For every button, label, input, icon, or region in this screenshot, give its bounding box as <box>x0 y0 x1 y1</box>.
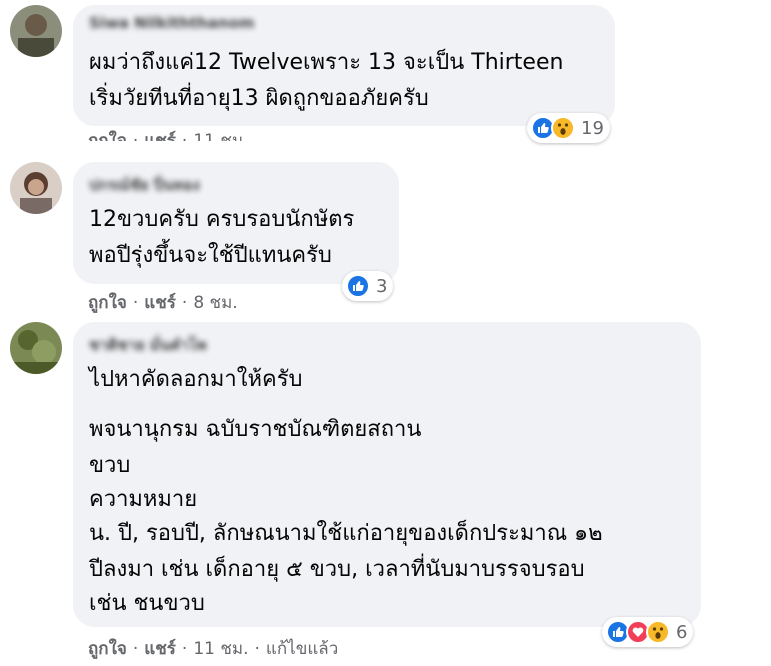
comment-text-line: ความหมาย <box>89 487 198 512</box>
separator-dot: · <box>181 131 188 141</box>
like-link[interactable]: ถูกใจ <box>88 131 127 141</box>
share-link[interactable]: แชร์ <box>144 293 176 313</box>
avatar-photo <box>10 322 62 374</box>
comment-text-line: ไปหาคัดลอกมาให้ครับ <box>89 367 303 392</box>
share-link[interactable]: แชร์ <box>144 131 176 141</box>
separator-dot: · <box>132 131 139 141</box>
wow-icon <box>551 116 575 140</box>
wow-icon <box>646 620 670 644</box>
avatar[interactable] <box>10 162 62 214</box>
comment-text-line: ปีลงมา เช่น เด็กอายุ ๕ ขวบ, เวลาที่นับมา… <box>89 557 585 582</box>
comment-bubble: ปกรณ์ชัย ปิ่นทอง 12ขวบครับ ครบรอบนักษัตร… <box>73 162 399 284</box>
comment-text-line: น. ปี, รอบปี, ลักษณนามใช้แก่อายุของเด็กป… <box>89 521 603 546</box>
share-link[interactable]: แชร์ <box>144 639 176 659</box>
comment-text-line: เช่น ชนขวบ <box>89 591 205 616</box>
avatar-photo <box>10 162 62 214</box>
comment-actions: ถูกใจ · แชร์ · 11 ชม. · แก้ไขแล้ว <box>88 635 338 662</box>
comment-text-line: 12ขวบครับ ครบรอบนักษัตร <box>89 207 355 232</box>
comment-text-line: พอปีรุ่งขึ้นจะใช้ปีแทนครับ <box>89 243 332 268</box>
like-link[interactable]: ถูกใจ <box>88 639 127 659</box>
like-link[interactable]: ถูกใจ <box>88 293 127 313</box>
like-icon <box>346 274 370 298</box>
comment-text-line: ขวบ <box>89 453 131 478</box>
reaction-count: 6 <box>676 621 688 643</box>
separator-dot: · <box>181 293 188 313</box>
comment-actions: ถูกใจ · แชร์ · 8 ชม. <box>88 289 238 316</box>
comment-author[interactable]: ปกรณ์ชัย ปิ่นทอง <box>89 173 200 197</box>
comment-author[interactable]: ชาติชาย มั่นคำโพ <box>89 333 207 357</box>
edited-label[interactable]: แก้ไขแล้ว <box>266 639 338 659</box>
comment-timestamp[interactable]: 11 ชม. <box>193 639 248 659</box>
comment-timestamp[interactable]: 11 ชม. <box>193 131 248 141</box>
reaction-count: 3 <box>376 275 388 297</box>
reaction-summary[interactable]: 6 <box>602 617 694 647</box>
comment-text-line: พจนานุกรม ฉบับราชบัณฑิตยสถาน <box>89 417 422 442</box>
comment-bubble: ชาติชาย มั่นคำโพ ไปหาคัดลอกมาให้ครับ พจน… <box>73 322 701 627</box>
reaction-count: 19 <box>581 117 604 139</box>
comment-text-line: ผมว่าถึงแค่12 Twelveเพราะ 13 จะเป็น Thir… <box>89 50 564 75</box>
avatar[interactable] <box>10 322 62 374</box>
separator-dot: · <box>132 639 139 659</box>
reaction-summary[interactable]: 3 <box>342 271 394 301</box>
avatar-photo <box>10 5 62 57</box>
comment-actions: ถูกใจ · แชร์ · 11 ชม. <box>88 127 249 141</box>
separator-dot: · <box>254 639 260 659</box>
separator-dot: · <box>132 293 139 313</box>
separator-dot: · <box>181 639 188 659</box>
comment-timestamp[interactable]: 8 ชม. <box>193 293 237 313</box>
comment-author[interactable]: Siwa Nilkiththanom <box>89 14 255 32</box>
avatar[interactable] <box>10 5 62 57</box>
comment-bubble: Siwa Nilkiththanom ผมว่าถึงแค่12 Twelveเ… <box>73 5 615 126</box>
reaction-summary[interactable]: 19 <box>527 113 610 143</box>
comment-text-line: เริ่มวัยทีนที่อายุ13 ผิดถูกขออภัยครับ <box>89 86 429 111</box>
